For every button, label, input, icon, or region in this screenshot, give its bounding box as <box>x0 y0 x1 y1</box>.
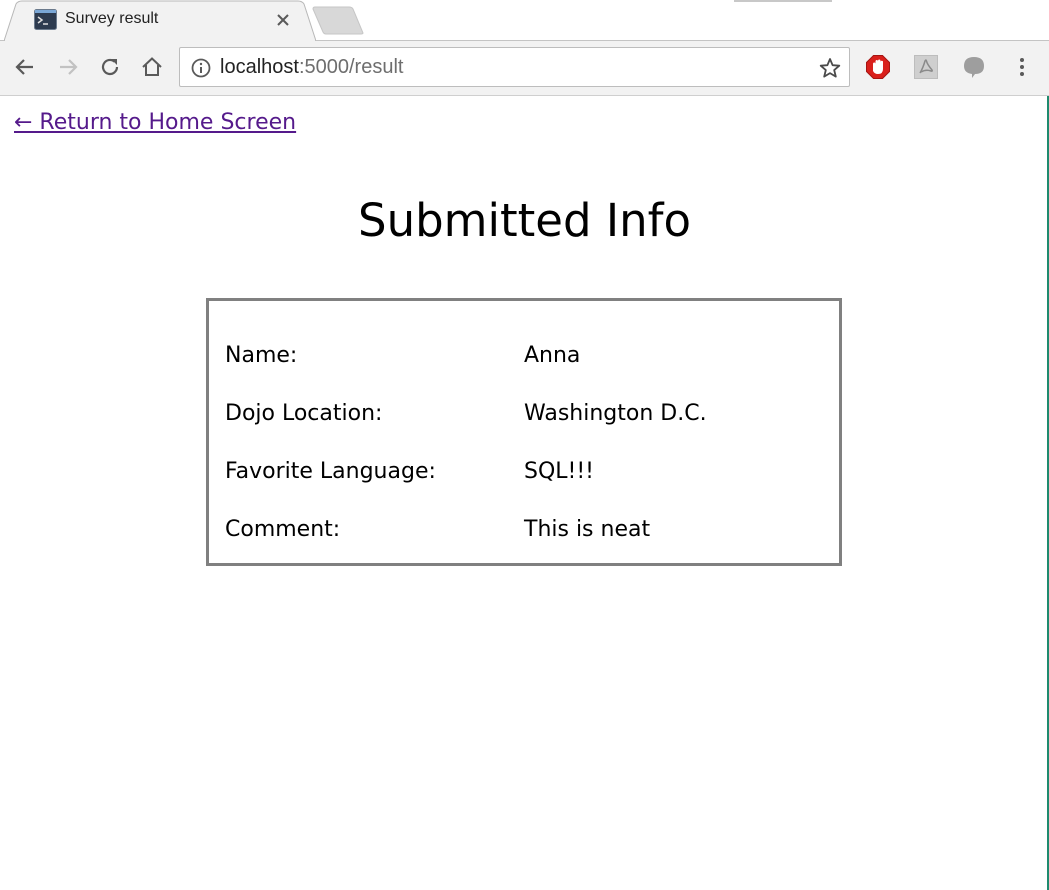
favorite-language-value: SQL!!! <box>524 459 594 484</box>
chat-bubble-icon <box>964 57 984 78</box>
info-row-dojo-location: Dojo Location: Washington D.C. <box>209 401 839 431</box>
comment-label: Comment: <box>225 517 341 542</box>
info-icon[interactable] <box>191 58 211 78</box>
page-content: ← Return to Home Screen Submitted Info N… <box>0 96 1049 890</box>
submitted-info-box: Name: Anna Dojo Location: Washington D.C… <box>206 298 842 566</box>
url-path: :5000/result <box>298 56 404 78</box>
back-button[interactable] <box>12 54 38 80</box>
info-row-favorite-language: Favorite Language: SQL!!! <box>209 459 839 489</box>
star-icon[interactable] <box>819 57 841 79</box>
pdf-extension-button[interactable] <box>913 54 939 80</box>
tab-survey-result[interactable]: Survey result <box>4 0 316 41</box>
name-label: Name: <box>225 343 298 368</box>
browser-window: Survey result localhost:5000/result ← Re… <box>0 0 1049 890</box>
url-host: localhost <box>220 56 299 78</box>
adblock-icon <box>866 55 890 79</box>
reload-icon <box>101 58 119 76</box>
terminal-favicon-icon <box>34 9 57 30</box>
info-row-comment: Comment: This is neat <box>209 517 839 547</box>
return-home-link[interactable]: ← Return to Home Screen <box>14 110 296 135</box>
dojo-location-value: Washington D.C. <box>524 401 707 426</box>
close-icon[interactable] <box>274 11 292 29</box>
adblock-extension-button[interactable] <box>865 54 891 80</box>
dojo-location-label: Dojo Location: <box>225 401 383 426</box>
home-button[interactable] <box>139 54 165 80</box>
info-row-name: Name: Anna <box>209 343 839 373</box>
forward-button[interactable] <box>55 54 81 80</box>
pdf-extension-icon <box>914 55 938 79</box>
page-title: Submitted Info <box>358 194 691 247</box>
browser-menu-button[interactable] <box>1009 54 1035 80</box>
tab-title: Survey result <box>65 10 159 27</box>
comment-value: This is neat <box>524 517 651 542</box>
forward-arrow-icon <box>60 59 78 75</box>
address-bar[interactable]: localhost:5000/result <box>179 47 850 87</box>
kebab-menu-icon <box>1020 58 1024 76</box>
url-text: localhost:5000/result <box>220 56 403 79</box>
window-caption-marker <box>734 0 832 2</box>
name-value: Anna <box>524 343 581 368</box>
chat-extension-button[interactable] <box>961 54 987 80</box>
tab-strip: Survey result <box>0 0 1049 41</box>
new-tab-button[interactable] <box>311 6 367 35</box>
favorite-language-label: Favorite Language: <box>225 459 436 484</box>
browser-toolbar: localhost:5000/result <box>0 41 1049 96</box>
home-icon <box>142 57 162 76</box>
reload-button[interactable] <box>97 54 123 80</box>
back-arrow-icon <box>15 59 33 75</box>
